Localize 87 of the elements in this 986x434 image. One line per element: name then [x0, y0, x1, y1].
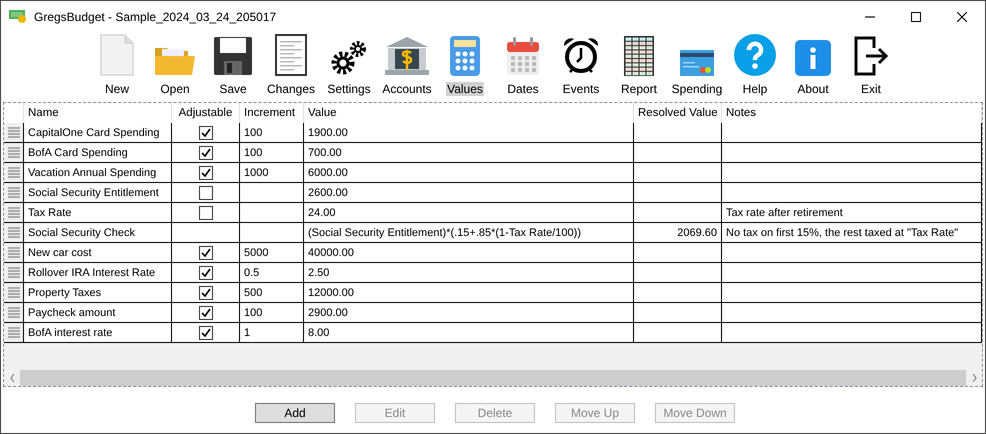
table-cell: Social Security Check [24, 223, 172, 243]
table-cell: Paycheck amount [24, 303, 172, 323]
table-cell: 1900.00 [304, 123, 634, 143]
table-cell: (Social Security Entitlement)*(.15+.85*(1-Tax Rate/100)) [304, 223, 634, 243]
spreadsheet-icon [624, 36, 654, 76]
table-cell: 100 [240, 123, 304, 143]
checkbox[interactable] [198, 146, 212, 160]
toolbar-button[interactable]: Open [159, 82, 191, 96]
toolbar-button[interactable]: Report [620, 82, 658, 96]
row-handle-icon[interactable] [4, 283, 24, 303]
window-title: GregsBudget - Sample_2024_03_24_205017 [34, 10, 278, 24]
calculator-icon [450, 36, 480, 76]
exit-icon [854, 36, 888, 76]
checkbox[interactable] [198, 266, 212, 280]
checkbox[interactable] [198, 126, 212, 140]
table-cell: 6000.00 [304, 163, 634, 183]
action-button[interactable]: Add [255, 403, 335, 423]
alarm-clock-icon [561, 36, 601, 76]
horizontal-scrollbar[interactable] [20, 370, 966, 386]
calendar-icon [506, 36, 540, 76]
toolbar-button[interactable]: Changes [266, 82, 316, 96]
toolbar-button[interactable]: About [796, 82, 830, 96]
checkbox[interactable] [198, 306, 212, 320]
row-handle-icon[interactable] [4, 163, 24, 183]
table-cell: CapitalOne Card Spending [24, 123, 172, 143]
table-cell: 1 [240, 323, 304, 343]
toolbar-button[interactable]: Events [562, 82, 600, 96]
checkbox[interactable] [198, 206, 212, 220]
table-cell: 100 [240, 303, 304, 323]
toolbar-button[interactable]: Save [218, 82, 248, 96]
table-cell: New car cost [24, 243, 172, 263]
table-cell: No tax on first 15%, the rest taxed at "Tax Rate" [722, 223, 982, 243]
row-handle-icon[interactable] [4, 323, 24, 343]
table-cell: BofA interest rate [24, 323, 172, 343]
table-cell: 500 [240, 283, 304, 303]
credit-card-icon [680, 50, 714, 76]
table-cell: 8.00 [304, 323, 634, 343]
toolbar-button[interactable]: Accounts [381, 82, 433, 96]
table-cell: Vacation Annual Spending [24, 163, 172, 183]
table-cell: 12000.00 [304, 283, 634, 303]
document-icon [275, 34, 307, 76]
row-handle-icon[interactable] [4, 223, 24, 243]
row-handle-icon[interactable] [4, 303, 24, 323]
toolbar-button[interactable]: Settings [326, 82, 372, 96]
table-cell: BofA Card Spending [24, 143, 172, 163]
row-handle-icon[interactable] [4, 143, 24, 163]
row-handle-icon[interactable] [4, 203, 24, 223]
table-cell: 5000 [240, 243, 304, 263]
bank-icon [384, 36, 430, 76]
info-icon [795, 40, 831, 76]
row-handle-icon[interactable] [4, 123, 24, 143]
table-cell: 2900.00 [304, 303, 634, 323]
table-cell: 1000 [240, 163, 304, 183]
toolbar-button[interactable]: Values [446, 82, 484, 96]
toolbar-button[interactable]: Spending [670, 82, 724, 96]
close-icon[interactable] [957, 12, 967, 22]
gears-icon [331, 40, 367, 76]
blank-page-icon [100, 34, 134, 76]
table-cell: 40000.00 [304, 243, 634, 263]
toolbar-button[interactable]: New [104, 82, 130, 96]
table-cell: 700.00 [304, 143, 634, 163]
table-cell: 24.00 [304, 203, 634, 223]
checkbox[interactable] [198, 326, 212, 340]
money-icon [9, 10, 27, 23]
table-cell: 0.5 [240, 263, 304, 283]
checkbox[interactable] [198, 286, 212, 300]
checkbox[interactable] [198, 186, 212, 200]
table-cell: Tax Rate [24, 203, 172, 223]
help-icon [734, 34, 776, 76]
row-handle-icon[interactable] [4, 263, 24, 283]
maximize-icon[interactable] [911, 12, 921, 22]
row-handle-icon[interactable] [4, 243, 24, 263]
table-cell: Rollover IRA Interest Rate [24, 263, 172, 283]
checkbox[interactable] [198, 166, 212, 180]
table-cell: 100 [240, 143, 304, 163]
table-cell [240, 223, 304, 243]
row-handle-icon[interactable] [4, 183, 24, 203]
toolbar-button[interactable]: Dates [506, 82, 540, 96]
table-cell: Social Security Entitlement [24, 183, 172, 203]
toolbar-button[interactable]: Exit [860, 82, 882, 96]
table-cell: 2600.00 [304, 183, 634, 203]
table-cell: Property Taxes [24, 283, 172, 303]
toolbar-button[interactable]: Help [742, 82, 768, 96]
table-cell: 2.50 [304, 263, 634, 283]
checkbox[interactable] [198, 246, 212, 260]
table-cell: 2069.60 [634, 223, 722, 243]
table-cell: Tax rate after retirement [722, 203, 982, 223]
